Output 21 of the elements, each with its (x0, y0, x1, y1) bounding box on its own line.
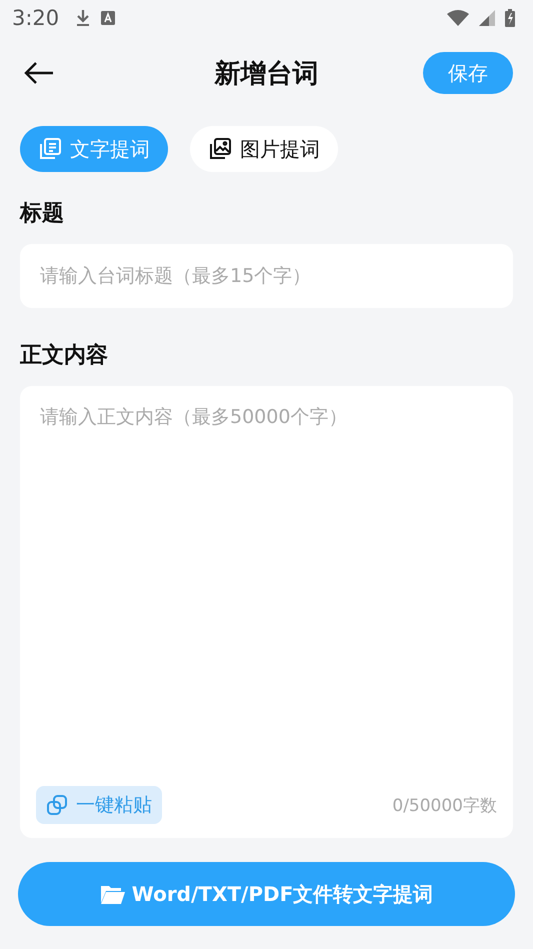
tab[interactable]: 文字提词 (20, 126, 168, 172)
page-title: 新增台词 (214, 58, 318, 90)
tab[interactable]: 图片提词 (190, 126, 338, 172)
signal-icon (479, 10, 495, 26)
character-counter: 0/50000字数 (392, 794, 497, 816)
field-label: 正文内容 (20, 342, 109, 370)
status-time: 3:20 (12, 6, 60, 30)
title-input-field[interactable]: 请输入台词标题（最多15个字） (20, 244, 513, 308)
save-button[interactable]: 保存 (423, 52, 513, 94)
download-icon (75, 9, 92, 27)
field-label: 标题 (20, 200, 65, 228)
app-notification-icon (101, 11, 116, 25)
body-text-field[interactable]: 请输入正文内容（最多50000个字） 一键粘贴 0/50000字数 (20, 386, 513, 838)
convert-file-button[interactable]: Word/TXT/PDF文件转文字提词 (18, 862, 515, 926)
wifi-icon (447, 10, 469, 26)
copy-icon (46, 794, 68, 816)
battery-icon (505, 9, 515, 27)
image-stack-icon (208, 137, 232, 161)
paste-button[interactable]: 一键粘贴 (36, 786, 162, 824)
document-stack-icon (38, 137, 62, 161)
folder-icon (100, 883, 126, 905)
